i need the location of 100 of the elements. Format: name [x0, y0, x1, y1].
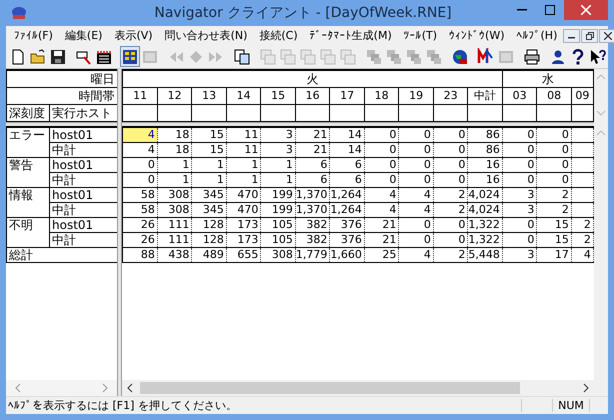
- table-cell[interactable]: 345: [192, 188, 227, 202]
- table-cell[interactable]: 382: [296, 233, 330, 247]
- table-cell[interactable]: 1,370: [296, 188, 330, 202]
- table-cell[interactable]: 4: [123, 143, 158, 157]
- table-cell[interactable]: 3: [261, 143, 296, 157]
- table-cell[interactable]: 2: [537, 188, 572, 202]
- table-cell[interactable]: 345: [192, 203, 227, 217]
- menu-item[interactable]: 編集(E): [58, 28, 108, 43]
- table-cell[interactable]: 0: [434, 128, 468, 142]
- table-cell[interactable]: 2: [537, 203, 572, 217]
- table-cell[interactable]: 308: [158, 188, 192, 202]
- menu-item[interactable]: 表示(V): [108, 28, 159, 43]
- table-cell[interactable]: 0: [434, 173, 468, 187]
- table-cell[interactable]: 18: [158, 143, 192, 157]
- table-cell[interactable]: 15: [192, 143, 227, 157]
- table-cell[interactable]: 1,264: [330, 203, 365, 217]
- table-cell[interactable]: 2: [434, 188, 468, 202]
- table-cell[interactable]: 16: [468, 173, 503, 187]
- table-cell[interactable]: 86: [468, 128, 503, 142]
- table-cell[interactable]: 489: [192, 248, 227, 262]
- minimize-button[interactable]: [563, 28, 580, 42]
- table-cell[interactable]: 2: [434, 248, 468, 262]
- table-cell[interactable]: 6: [330, 173, 365, 187]
- table-cell[interactable]: 0: [399, 173, 434, 187]
- restore-button[interactable]: [581, 28, 598, 42]
- table-cell[interactable]: 0: [364, 128, 400, 142]
- menu-item[interactable]: 問い合わせ表(N): [158, 28, 254, 43]
- table-cell[interactable]: 0: [502, 143, 538, 157]
- menu-item[interactable]: ﾂｰﾙ(T): [398, 29, 444, 42]
- table-cell[interactable]: 0: [399, 128, 434, 142]
- table-cell[interactable]: 2: [434, 203, 468, 217]
- table-cell[interactable]: 15: [192, 128, 227, 142]
- table-cell[interactable]: 21: [296, 128, 330, 142]
- table-cell[interactable]: 4: [399, 248, 434, 262]
- table-cell[interactable]: 0: [364, 143, 400, 157]
- table-cell[interactable]: 199: [261, 203, 296, 217]
- table-cell[interactable]: 128: [192, 218, 227, 232]
- scroll-thumb[interactable]: [140, 382, 520, 394]
- menu-item[interactable]: ｳｨﾝﾄﾞｳ(W): [443, 29, 511, 42]
- table-cell[interactable]: 1,370: [296, 203, 330, 217]
- table-cell[interactable]: 21: [364, 233, 400, 247]
- table-cell[interactable]: 15: [537, 218, 572, 232]
- table-cell[interactable]: 0: [364, 158, 400, 172]
- table-cell[interactable]: 0: [537, 143, 572, 157]
- table-cell[interactable]: 0: [434, 143, 468, 157]
- table-cell[interactable]: 173: [226, 233, 262, 247]
- menu-item[interactable]: 接続(C): [253, 28, 304, 43]
- table-cell[interactable]: 6: [296, 173, 330, 187]
- table-cell[interactable]: 470: [226, 188, 262, 202]
- table-cell[interactable]: 21: [296, 143, 330, 157]
- table-cell[interactable]: 4,024: [468, 188, 503, 202]
- table-cell[interactable]: 17: [537, 248, 572, 262]
- table-cell[interactable]: 128: [192, 233, 227, 247]
- table-cell[interactable]: 0: [399, 143, 434, 157]
- table-cell[interactable]: 3: [502, 188, 538, 202]
- menu-item[interactable]: ﾌｧｲﾙ(F): [8, 29, 59, 42]
- table-cell[interactable]: 5,448: [468, 248, 503, 262]
- table-cell[interactable]: 382: [296, 218, 330, 232]
- table-cell[interactable]: 0: [399, 218, 434, 232]
- table-cell[interactable]: 0: [502, 158, 538, 172]
- table-cell[interactable]: 105: [261, 233, 296, 247]
- table-cell[interactable]: 173: [226, 218, 262, 232]
- table-cell[interactable]: 1: [158, 173, 192, 187]
- table-cell[interactable]: 1: [226, 173, 262, 187]
- table-cell[interactable]: 11: [226, 128, 262, 142]
- table-cell[interactable]: 14: [330, 143, 365, 157]
- table-cell[interactable]: 0: [502, 218, 538, 232]
- scroll-left-icon[interactable]: [126, 383, 134, 393]
- table-cell[interactable]: 376: [330, 233, 365, 247]
- table-cell[interactable]: 1: [158, 158, 192, 172]
- table-cell[interactable]: 470: [226, 203, 262, 217]
- table-cell[interactable]: 0: [502, 128, 538, 142]
- table-cell[interactable]: 14: [330, 128, 365, 142]
- table-cell[interactable]: 0: [434, 233, 468, 247]
- table-cell[interactable]: 438: [158, 248, 192, 262]
- table-cell[interactable]: 1: [261, 158, 296, 172]
- table-cell[interactable]: 11: [226, 143, 262, 157]
- horizontal-scrollbar[interactable]: [122, 380, 594, 396]
- table-cell[interactable]: 15: [537, 233, 572, 247]
- table-cell[interactable]: 0: [123, 173, 158, 187]
- menu-item[interactable]: ﾍﾙﾌﾟ(H): [510, 29, 564, 42]
- close-button[interactable]: [564, 0, 608, 20]
- table-cell[interactable]: 105: [261, 218, 296, 232]
- table-cell[interactable]: 4: [364, 188, 400, 202]
- table-cell[interactable]: 4: [399, 188, 434, 202]
- table-cell[interactable]: 308: [261, 248, 296, 262]
- close-button[interactable]: [599, 28, 614, 42]
- table-cell[interactable]: 58: [123, 203, 158, 217]
- table-cell[interactable]: 4: [399, 203, 434, 217]
- table-cell[interactable]: 4: [123, 128, 158, 142]
- table-cell[interactable]: 0: [502, 233, 538, 247]
- table-cell[interactable]: 0: [123, 158, 158, 172]
- table-cell[interactable]: 25: [364, 248, 400, 262]
- table-cell[interactable]: 1,322: [468, 233, 503, 247]
- table-cell[interactable]: 26: [123, 218, 158, 232]
- table-cell[interactable]: 376: [330, 218, 365, 232]
- table-cell[interactable]: 1,264: [330, 188, 365, 202]
- table-cell[interactable]: 0: [399, 158, 434, 172]
- table-cell[interactable]: 111: [158, 233, 192, 247]
- table-cell[interactable]: 1: [261, 173, 296, 187]
